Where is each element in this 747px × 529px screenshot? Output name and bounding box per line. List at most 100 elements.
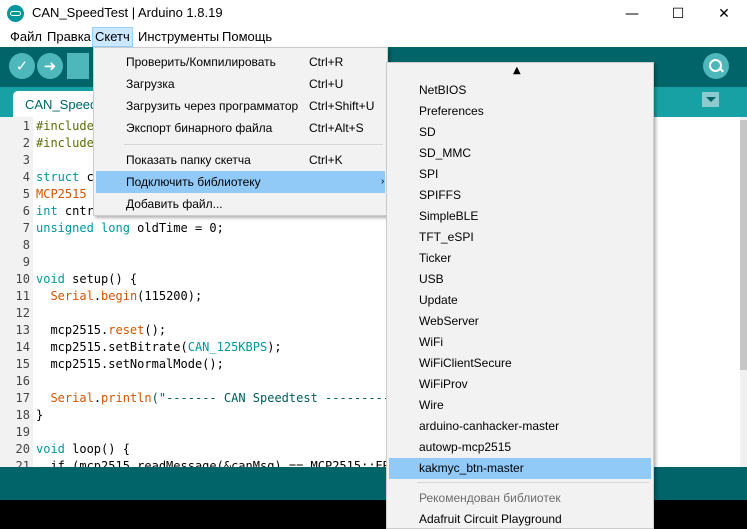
code-token: loop() { (64, 442, 130, 456)
library-item-label: SPIFFS (419, 188, 462, 202)
library-item[interactable]: USB (389, 269, 651, 290)
library-item[interactable]: SimpleBLE (389, 206, 651, 227)
menu-edit[interactable]: Правка (45, 27, 93, 47)
library-item[interactable]: Ticker (389, 248, 651, 269)
library-item[interactable]: SD (389, 122, 651, 143)
library-item[interactable]: TFT_eSPI (389, 227, 651, 248)
minimize-button[interactable]: — (609, 0, 655, 27)
library-item-label: WebServer (419, 314, 479, 328)
sketch-menu: Проверить/Компилировать Ctrl+R Загрузка … (93, 47, 388, 216)
line-number: 2 (22, 136, 30, 150)
library-item-label: autowp-mcp2515 (419, 440, 512, 454)
code-token: reset (108, 323, 145, 337)
library-item[interactable]: SPI (389, 164, 651, 185)
code-token: long (101, 221, 130, 235)
code-token: CAN_125KBPS (187, 340, 268, 354)
library-item-label: Wire (419, 398, 444, 412)
code-token: void (36, 272, 65, 286)
code-token: } (36, 408, 44, 422)
menu-item-include-library[interactable]: Подключить библиотеку › (96, 171, 385, 193)
library-item[interactable]: Update (389, 290, 651, 311)
line-number: 14 (15, 340, 30, 354)
menu-item-verify[interactable]: Проверить/Компилировать Ctrl+R (96, 51, 385, 73)
menu-file[interactable]: Файл (8, 27, 44, 47)
library-item-label: USB (419, 272, 444, 286)
checkmark-icon: ✓ (15, 57, 29, 75)
line-number: 18 (15, 408, 30, 422)
menu-tools[interactable]: Инструменты (136, 27, 221, 47)
code-line: void setup() { (36, 271, 137, 288)
code-token: println (101, 391, 152, 405)
library-item[interactable]: SD_MMC (389, 143, 651, 164)
library-item[interactable]: arduino-canhacker-master (389, 416, 651, 437)
menu-item-upload[interactable]: Загрузка Ctrl+U (96, 73, 385, 95)
code-line: #include (36, 135, 94, 152)
code-line: Serial.println("------- CAN Speedtest --… (36, 390, 397, 407)
library-item[interactable]: Wire (389, 395, 651, 416)
code-token: ("------- CAN Speedtest ---------- (151, 391, 398, 405)
menu-item-upload-programmer[interactable]: Загрузить через программатор Ctrl+Shift+… (96, 95, 385, 117)
library-item[interactable]: NetBIOS (389, 80, 651, 101)
menu-item-show-folder[interactable]: Показать папку скетча Ctrl+K (96, 149, 385, 171)
scroll-up-icon[interactable]: ▲ (513, 65, 521, 76)
library-item-label: NetBIOS (419, 83, 467, 97)
new-sketch-button[interactable] (67, 53, 89, 79)
menu-separator (124, 144, 383, 145)
line-number: 15 (15, 357, 30, 371)
code-line: struct c (36, 169, 94, 186)
code-line: } (36, 407, 43, 424)
line-number: 5 (22, 187, 30, 201)
code-token: MCP2515 (36, 187, 87, 201)
line-number: 8 (22, 238, 30, 252)
upload-button[interactable]: ➜ (37, 53, 63, 79)
library-item[interactable]: autowp-mcp2515 (389, 437, 651, 458)
library-item-label: arduino-canhacker-master (419, 419, 560, 433)
code-token: Serial (50, 391, 94, 405)
code-line: mcp2515.setNormalMode(); (36, 356, 223, 373)
library-item-label: Update (419, 293, 458, 307)
library-item[interactable]: SPIFFS (389, 185, 651, 206)
menu-bar: Файл Правка Скетч Инструменты Помощь (0, 27, 747, 47)
serial-monitor-button[interactable] (703, 53, 729, 79)
maximize-button[interactable]: ☐ (655, 0, 701, 27)
tab-menu-button[interactable] (702, 92, 719, 107)
line-number: 7 (22, 221, 30, 235)
menu-sketch[interactable]: Скетч (92, 27, 133, 47)
menu-item-add-file[interactable]: Добавить файл... (96, 193, 385, 215)
code-line: int cntr (36, 203, 94, 220)
verify-button[interactable]: ✓ (9, 53, 35, 79)
menu-item-export-binary[interactable]: Экспорт бинарного файла Ctrl+Alt+S (96, 117, 385, 139)
library-item[interactable]: WiFiProv (389, 374, 651, 395)
code-token: void (36, 442, 65, 456)
code-line: mcp2515.setBitrate(CAN_125KBPS); (36, 339, 282, 356)
library-item[interactable]: Adafruit Circuit Playground (389, 509, 651, 529)
library-item-label: kakmyc_btn-master (419, 461, 524, 475)
library-item[interactable]: WiFiClientSecure (389, 353, 651, 374)
code-token: (115200); (137, 289, 203, 303)
code-token: mcp2515.setBitrate( (36, 340, 188, 354)
tab-can-speedtest[interactable]: CAN_Speed (13, 91, 103, 117)
library-item[interactable]: WiFi (389, 332, 651, 353)
code-token: unsigned (36, 221, 94, 235)
library-item[interactable]: kakmyc_btn-master (389, 458, 651, 479)
close-button[interactable]: ✕ (701, 0, 747, 27)
code-token: begin (101, 289, 138, 303)
code-token: ); (267, 340, 282, 354)
code-token: struct (36, 170, 80, 184)
line-number: 20 (15, 442, 30, 456)
code-token: int (36, 204, 58, 218)
code-token: #include (36, 136, 94, 150)
library-item-label: SD (419, 125, 436, 139)
library-item[interactable]: Preferences (389, 101, 651, 122)
line-number: 12 (15, 306, 30, 320)
library-item-label: SimpleBLE (419, 209, 479, 223)
editor-scrollbar-thumb[interactable] (740, 120, 747, 370)
code-token: . (93, 289, 102, 303)
section-header-label: Рекомендован библиотек (419, 491, 561, 505)
menu-help[interactable]: Помощь (220, 27, 274, 47)
window-title: CAN_SpeedTest | Arduino 1.8.19 (32, 5, 223, 20)
library-item-label: SD_MMC (419, 146, 472, 160)
library-item[interactable]: WebServer (389, 311, 651, 332)
